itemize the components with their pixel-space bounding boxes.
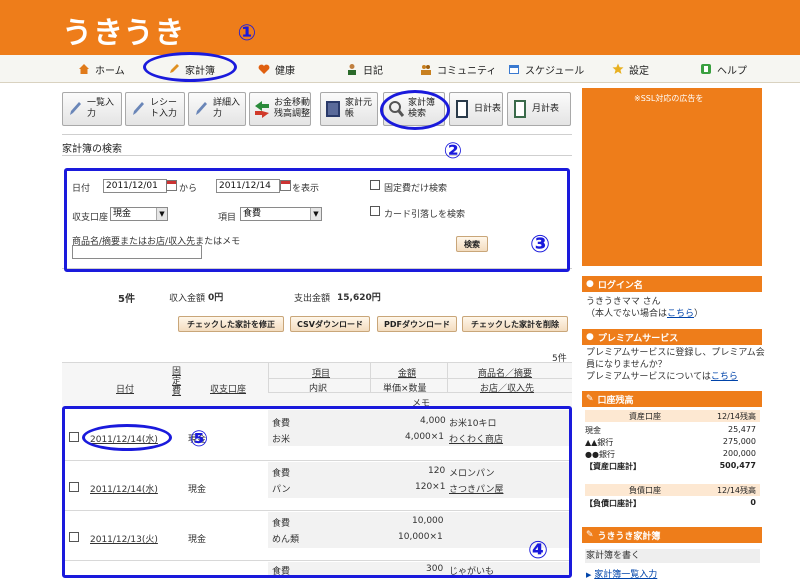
kakeibo-list-link-row: ▶ 家計簿一覧入力 <box>586 569 657 581</box>
nav-health-label: 健康 <box>275 65 295 77</box>
ledger-icon <box>326 101 340 117</box>
delete-checked-button[interactable]: チェックした家計を削除 <box>462 316 568 332</box>
expense-label: 支出金額 <box>294 294 331 304</box>
sidebar-ad-area <box>582 88 762 266</box>
kakeibo-panel-header: ✎ うきうき家計簿 <box>582 527 762 543</box>
divider <box>62 155 572 156</box>
divider <box>370 362 371 392</box>
page-title: 家計簿の検索 <box>62 144 122 155</box>
login-not-you: （本人でない場合はこちら） <box>586 309 704 319</box>
sort-date-link[interactable]: 日付 <box>116 382 134 395</box>
asset-row: ●●銀行 200,000 <box>585 449 756 459</box>
kakeibo-write-label: 家計簿を書く <box>586 551 641 561</box>
nav-community[interactable]: コミュニティ <box>420 61 496 77</box>
nav-schedule[interactable]: スケジュール <box>508 61 584 77</box>
person-icon <box>348 64 356 75</box>
person-icon: ● <box>586 332 594 342</box>
annotation-number-2: ② <box>443 138 463 164</box>
nav-help[interactable]: ヘルプ <box>700 61 747 77</box>
toolbar-ledger-button[interactable]: 家計元帳 <box>320 92 378 126</box>
annotation-ring-kakeibo-tab <box>143 52 237 82</box>
sort-product-link[interactable]: 商品名／摘要 <box>478 366 532 379</box>
login-name: うきうきママ さん <box>586 297 661 307</box>
monthly-icon <box>514 100 526 118</box>
asset-row: ▲▲銀行 275,000 <box>585 437 756 447</box>
premium-text-1: プレミアムサービスに登録し、プレミアム会 <box>586 348 765 358</box>
toolbar-list-input-button[interactable]: 一覧入力 <box>62 92 122 126</box>
debt-total-row: 【負債口座計】 0 <box>585 498 756 508</box>
login-switch-link[interactable]: こちら <box>667 309 694 319</box>
kakeibo-list-link[interactable]: 家計簿一覧入力 <box>594 570 657 580</box>
person-icon: ● <box>586 279 594 289</box>
nav-schedule-label: スケジュール <box>525 65 585 77</box>
balance-panel-header: ✎ 口座残高 <box>582 391 762 407</box>
site-logo[interactable]: うきうき <box>62 8 185 52</box>
expense-value: 15,620円 <box>337 293 381 303</box>
nav-diary-label: 日記 <box>363 65 383 77</box>
divider <box>268 362 269 392</box>
annotation-number-4: ④ <box>527 536 549 564</box>
annotation-ring-search-button <box>380 90 450 130</box>
pdf-download-button[interactable]: PDFダウンロード <box>377 316 457 332</box>
nav-home[interactable]: ホーム <box>78 61 125 77</box>
sort-amount-link[interactable]: 金額 <box>398 366 416 379</box>
nav-diary[interactable]: 日記 <box>346 61 383 77</box>
sort-fixed-link[interactable]: 固定費 <box>172 367 182 397</box>
annotation-number-5: ⑤ <box>189 426 209 452</box>
toolbar-transfer-button[interactable]: お金移動 残高調整 <box>249 92 311 126</box>
sort-shop-link[interactable]: お店／収入先 <box>480 381 534 394</box>
pencil-icon: ✎ <box>586 530 594 540</box>
divider <box>62 362 572 363</box>
premium-text-3: プレミアムサービスについてはこちら <box>586 372 738 382</box>
annotation-box-search-form <box>64 168 570 272</box>
edit-checked-button[interactable]: チェックした家計を修正 <box>178 316 284 332</box>
nav-settings-label: 設定 <box>629 65 649 77</box>
csv-download-button[interactable]: CSVダウンロード <box>290 316 370 332</box>
toolbar-receipt-input-button[interactable]: レシート入力 <box>125 92 185 126</box>
premium-link[interactable]: こちら <box>711 372 738 382</box>
nav-community-label: コミュニティ <box>437 65 497 77</box>
nav-home-label: ホーム <box>95 65 125 77</box>
annotation-number-1: ① <box>237 20 257 46</box>
header-unit: 単価×数量 <box>383 384 427 394</box>
asset-total-row: 【資産口座計】 500,477 <box>585 461 756 471</box>
premium-panel-header: ● プレミアムサービス <box>582 329 762 345</box>
login-panel-header: ● ログイン名 <box>582 276 762 292</box>
income-value: 0円 <box>208 293 224 303</box>
transfer-icon <box>255 101 269 118</box>
nav-settings[interactable]: 設定 <box>612 61 649 77</box>
toolbar-detail-input-button[interactable]: 詳細入力 <box>188 92 246 126</box>
sort-item-link[interactable]: 項目 <box>312 366 330 379</box>
nav-help-label: ヘルプ <box>717 65 747 77</box>
header-detail: 内訳 <box>309 384 328 394</box>
divider <box>447 362 448 392</box>
premium-text-2: 員になりませんか？ <box>586 360 667 370</box>
annotation-number-3: ③ <box>529 230 551 258</box>
people-icon <box>421 65 431 75</box>
nav-health[interactable]: 健康 <box>258 61 295 77</box>
divider <box>62 134 572 135</box>
home-icon <box>79 64 89 74</box>
help-icon <box>701 64 711 74</box>
triangle-right-icon: ▶ <box>586 571 592 579</box>
heart-icon <box>258 64 270 74</box>
calendar-icon <box>509 65 519 74</box>
result-count: 5件 <box>118 294 135 305</box>
star-icon <box>612 63 624 74</box>
annotation-ring-date-link <box>82 424 172 451</box>
ad-text: ※SSL対応の広告を <box>634 94 704 103</box>
toolbar-monthly-button[interactable]: 月計表 <box>507 92 571 126</box>
pen-icon <box>70 102 81 115</box>
pen-icon <box>196 102 207 115</box>
receipt-icon <box>133 102 144 115</box>
income-label: 収入金額 <box>169 294 206 304</box>
asset-row: 現金 25,477 <box>585 425 756 435</box>
sort-account-link[interactable]: 収支口座 <box>210 382 246 395</box>
toolbar-daily-button[interactable]: 日計表 <box>449 92 503 126</box>
daily-icon <box>456 100 468 118</box>
pencil-icon: ✎ <box>586 394 594 404</box>
